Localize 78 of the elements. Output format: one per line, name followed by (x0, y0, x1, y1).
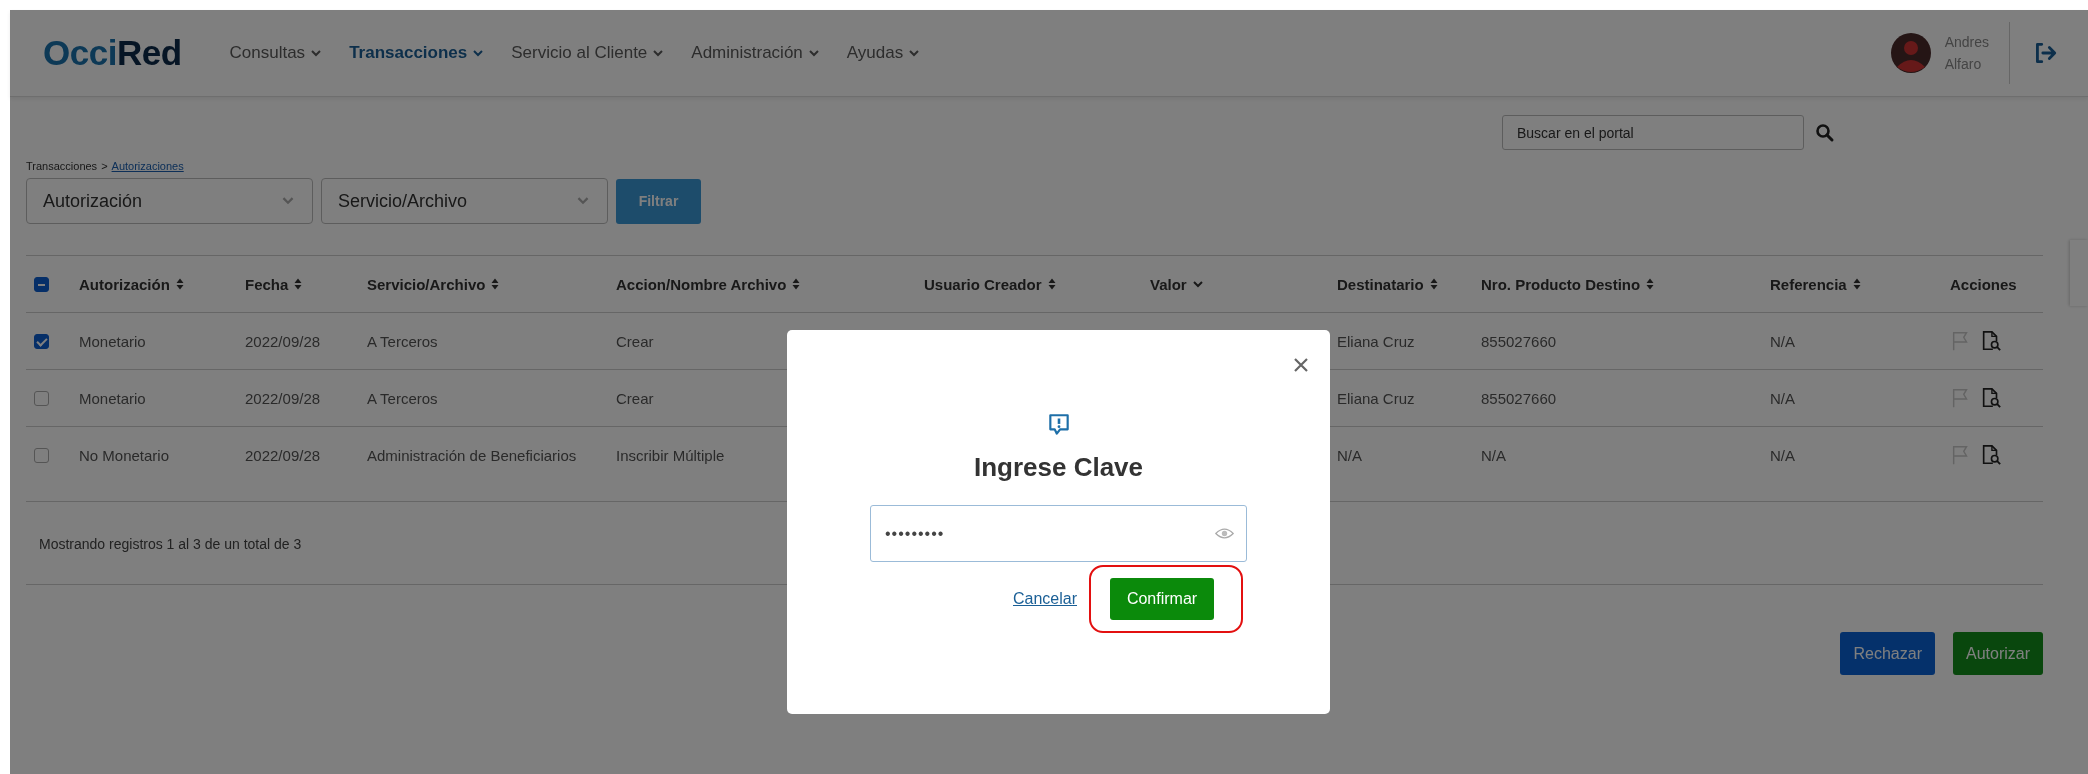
column-header[interactable]: Servicio/Archivo (367, 275, 500, 293)
table-cell: Inscribir Múltiple (616, 446, 725, 464)
nav-menu-item[interactable]: Transacciones (349, 43, 484, 63)
nav-menu-item[interactable]: Ayudas (846, 43, 920, 63)
nav-menu-item[interactable]: Servicio al Cliente (511, 43, 664, 63)
chevron-down-icon (909, 49, 920, 57)
column-header[interactable]: Accion/Nombre Archivo (616, 275, 801, 293)
sort-icon[interactable] (1429, 278, 1438, 290)
table-cell: N/A (1770, 446, 1795, 464)
filter-dropdown[interactable]: Autorización (26, 178, 313, 224)
column-header[interactable]: Usuario Creador (924, 275, 1056, 293)
column-header[interactable]: Destinatario (1337, 275, 1438, 293)
table-cell: 855027660 (1481, 332, 1557, 350)
table-cell: No Monetario (79, 446, 170, 464)
column-header[interactable]: Nro. Producto Destino (1481, 275, 1655, 293)
sort-icon[interactable] (1646, 278, 1655, 290)
chevron-down-icon (473, 49, 484, 57)
sort-icon[interactable] (792, 278, 801, 290)
breadcrumb-link[interactable]: Autorizaciones (111, 160, 184, 172)
sort-icon[interactable] (1047, 278, 1056, 290)
table-cell: 2022/09/28 (245, 332, 321, 350)
checkbox[interactable] (34, 333, 49, 349)
table-cell: N/A (1337, 446, 1362, 464)
chevron-down-icon (808, 49, 819, 57)
breadcrumb-separator: > (101, 160, 108, 172)
column-header[interactable]: Fecha (245, 275, 303, 293)
password-field[interactable]: ••••••••• (870, 505, 1247, 562)
table-cell: A Terceros (367, 332, 438, 350)
user-name: Andres (1944, 33, 1989, 52)
filter-dropdown[interactable]: Servicio/Archivo (321, 178, 608, 224)
table-cell: N/A (1770, 332, 1795, 350)
document-search-icon[interactable] (1980, 387, 2002, 409)
column-header[interactable]: Valor (1150, 275, 1203, 293)
sort-icon[interactable] (491, 278, 500, 290)
chevron-down-icon (577, 197, 589, 205)
search-field[interactable]: Buscar en el portal (1502, 115, 1804, 150)
table-cell: Eliana Cruz (1337, 332, 1415, 350)
nav-menu-item[interactable]: Administración (691, 43, 819, 63)
cancel-link[interactable]: Cancelar (1013, 590, 1077, 608)
nav-menu-item[interactable]: Consultas (229, 43, 322, 63)
table-cell: 2022/09/28 (245, 389, 321, 407)
chevron-down-icon (653, 49, 664, 57)
checkbox[interactable] (34, 276, 49, 292)
table-cell: N/A (1770, 389, 1795, 407)
dialog-title: Ingrese Clave (973, 452, 1144, 483)
table-cell: Eliana Cruz (1337, 389, 1415, 407)
table-cell: Crear (616, 389, 654, 407)
table-cell: Monetario (79, 389, 146, 407)
table-cell: N/A (1481, 446, 1506, 464)
chevron-down-icon (311, 49, 322, 57)
checkbox[interactable] (34, 390, 49, 406)
search-icon[interactable] (1815, 122, 1835, 143)
filter-button[interactable]: Filtrar (616, 178, 701, 224)
user-name: Alfaro (1944, 55, 1983, 74)
sort-icon[interactable] (175, 278, 184, 290)
confirm-button[interactable]: Confirmar (1110, 578, 1214, 620)
action-button[interactable]: Rechazar (1840, 632, 1935, 675)
table-cell: 855027660 (1481, 389, 1557, 407)
table-cell: Monetario (79, 332, 146, 350)
breadcrumb-item: Transacciones (26, 160, 98, 172)
document-search-icon[interactable] (1980, 330, 2002, 352)
table-cell: 2022/09/28 (245, 446, 321, 464)
sort-icon[interactable] (1852, 278, 1861, 290)
chevron-down-icon (282, 197, 294, 205)
logo[interactable]: OcciRed (43, 33, 182, 73)
column-header[interactable]: Autorización (79, 275, 184, 293)
close-icon[interactable] (1294, 358, 1308, 372)
table-cell: Crear (616, 332, 654, 350)
column-header: Acciones (1950, 275, 2017, 293)
avatar-icon[interactable] (1890, 33, 1931, 73)
checkbox[interactable] (34, 447, 49, 463)
document-search-icon[interactable] (1980, 444, 2002, 466)
sort-icon[interactable] (294, 278, 303, 290)
action-button[interactable]: Autorizar (1952, 632, 2043, 675)
table-cell: Administración de Beneficiarios (367, 446, 577, 464)
chevron-down-icon (1192, 280, 1203, 288)
table-cell: A Terceros (367, 389, 438, 407)
column-header[interactable]: Referencia (1770, 275, 1861, 293)
